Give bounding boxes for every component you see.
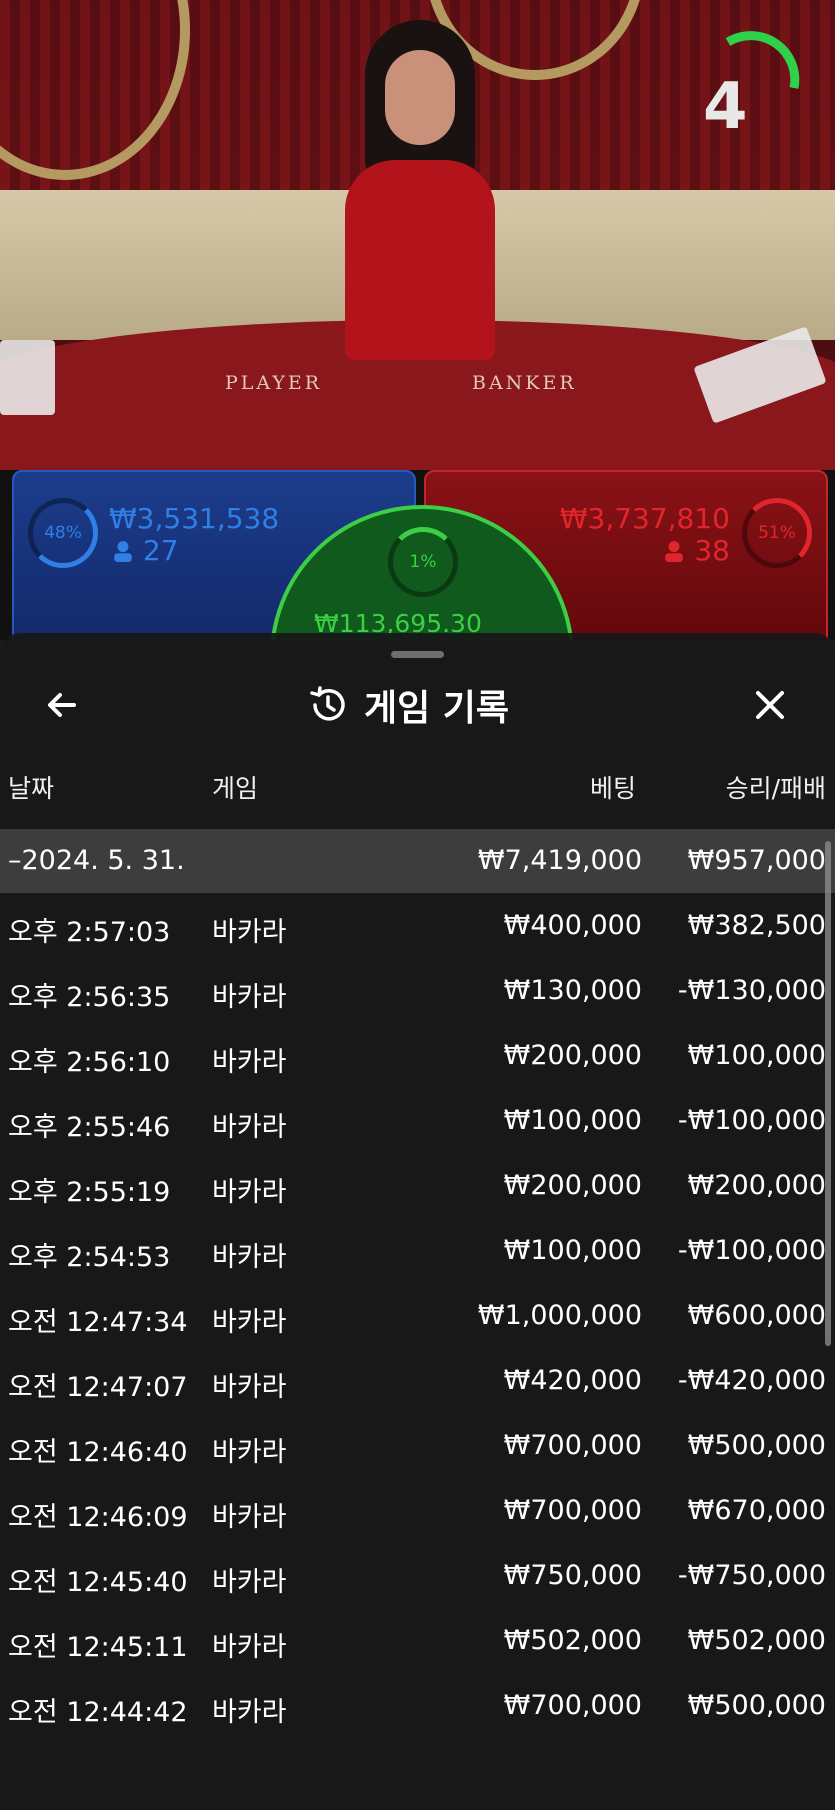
row-bet: ₩200,000	[503, 1040, 642, 1071]
row-result: ₩382,500	[687, 910, 826, 941]
banker-count: 38	[663, 534, 730, 567]
player-percent: 48%	[28, 498, 98, 568]
person-icon	[665, 541, 684, 562]
table-row[interactable]: 오후 2:54:53 바카라 ₩100,000 -₩100,000	[0, 1219, 835, 1283]
close-icon[interactable]	[748, 683, 792, 727]
table-row[interactable]: 오전 12:47:07 바카라 ₩420,000 -₩420,000	[0, 1349, 835, 1413]
row-bet: ₩420,000	[503, 1365, 642, 1396]
row-result: ₩600,000	[687, 1300, 826, 1331]
history-icon	[310, 686, 345, 721]
row-result: ₩100,000	[687, 1040, 826, 1071]
row-time: 오후 2:55:19	[8, 1177, 171, 1208]
scrollbar[interactable]	[825, 841, 831, 1346]
row-time: 오후 2:57:03	[8, 917, 171, 948]
live-video: PLAYER BANKER 4	[0, 0, 835, 470]
row-time: 오전 12:44:42	[8, 1697, 188, 1728]
row-time: 오전 12:46:09	[8, 1502, 188, 1533]
row-game: 바카라	[212, 1632, 287, 1663]
row-time: 오전 12:47:07	[8, 1372, 188, 1403]
card-shoe	[0, 340, 55, 415]
row-bet: ₩700,000	[503, 1690, 642, 1721]
column-header-date: 날짜	[8, 774, 55, 803]
row-result: ₩200,000	[687, 1170, 826, 1201]
row-bet: ₩100,000	[503, 1105, 642, 1136]
summary-date: –2024. 5. 31.	[8, 845, 185, 876]
felt-label-player: PLAYER	[225, 372, 323, 394]
row-result: ₩500,000	[687, 1690, 826, 1721]
row-time: 오전 12:46:40	[8, 1437, 188, 1468]
row-game: 바카라	[212, 1047, 287, 1078]
row-game: 바카라	[212, 1242, 287, 1273]
row-bet: ₩700,000	[503, 1495, 642, 1526]
row-result: ₩500,000	[687, 1430, 826, 1461]
sheet-header: 게임 기록	[306, 675, 509, 735]
row-result: ₩502,000	[687, 1625, 826, 1656]
row-time: 오후 2:56:10	[8, 1047, 171, 1078]
row-game: 바카라	[212, 917, 287, 948]
row-bet: ₩1,000,000	[477, 1300, 642, 1331]
table-row[interactable]: 오전 12:45:40 바카라 ₩750,000 -₩750,000	[0, 1544, 835, 1608]
column-header-result: 승리/패배	[725, 774, 826, 803]
row-time: 오후 2:54:53	[8, 1242, 171, 1273]
row-result: -₩420,000	[677, 1365, 826, 1396]
summary-bet: ₩7,419,000	[477, 845, 642, 876]
row-result: ₩670,000	[687, 1495, 826, 1526]
row-result: -₩100,000	[677, 1105, 826, 1136]
person-icon	[114, 541, 132, 562]
row-game: 바카라	[212, 1502, 287, 1533]
dealer	[310, 20, 530, 380]
drag-handle[interactable]	[391, 651, 444, 658]
row-time: 오후 2:56:35	[8, 982, 171, 1013]
player-count: 27	[112, 534, 179, 567]
row-time: 오전 12:47:34	[8, 1307, 188, 1338]
felt-label-banker: BANKER	[472, 372, 577, 394]
table-row[interactable]: 오후 2:55:46 바카라 ₩100,000 -₩100,000	[0, 1089, 835, 1153]
row-result: -₩100,000	[677, 1235, 826, 1266]
row-time: 오전 12:45:40	[8, 1567, 188, 1598]
summary-result: ₩957,000	[687, 845, 826, 876]
row-game: 바카라	[212, 1697, 287, 1728]
back-arrow-icon[interactable]	[40, 683, 84, 727]
row-bet: ₩200,000	[503, 1170, 642, 1201]
table-row[interactable]: 오후 2:57:03 바카라 ₩400,000 ₩382,500	[0, 894, 835, 958]
row-result: -₩130,000	[677, 975, 826, 1006]
game-history-sheet: 게임 기록 날짜 게임 베팅 승리/패배 –2024. 5. 31. ₩7,41…	[0, 633, 835, 1810]
row-game: 바카라	[212, 982, 287, 1013]
row-bet: ₩130,000	[503, 975, 642, 1006]
row-bet: ₩400,000	[503, 910, 642, 941]
row-bet: ₩700,000	[503, 1430, 642, 1461]
row-bet: ₩100,000	[503, 1235, 642, 1266]
row-game: 바카라	[212, 1437, 287, 1468]
row-bet: ₩502,000	[503, 1625, 642, 1656]
player-total-amount: ₩3,531,538	[109, 502, 280, 535]
table-row[interactable]: 오후 2:56:10 바카라 ₩200,000 ₩100,000	[0, 1024, 835, 1088]
row-time: 오후 2:55:46	[8, 1112, 171, 1143]
sheet-title: 게임 기록	[364, 688, 510, 729]
table-row[interactable]: 오전 12:47:34 바카라 ₩1,000,000 ₩600,000	[0, 1284, 835, 1348]
table-row[interactable]: 오전 12:45:11 바카라 ₩502,000 ₩502,000	[0, 1609, 835, 1673]
row-result: -₩750,000	[677, 1560, 826, 1591]
row-time: 오전 12:45:11	[8, 1632, 188, 1663]
table-row[interactable]: 오후 2:56:35 바카라 ₩130,000 -₩130,000	[0, 959, 835, 1023]
banker-total-amount: ₩3,737,810	[559, 502, 730, 535]
countdown-number: 4	[703, 70, 748, 144]
column-header-bet: 베팅	[589, 774, 636, 803]
table-row[interactable]: 오전 12:46:40 바카라 ₩700,000 ₩500,000	[0, 1414, 835, 1478]
row-game: 바카라	[212, 1177, 287, 1208]
banker-percent: 51%	[742, 498, 812, 568]
column-header-game: 게임	[212, 774, 259, 803]
table-row[interactable]: 오전 12:44:42 바카라 ₩700,000 ₩500,000	[0, 1674, 835, 1738]
scroll-fade	[0, 1730, 835, 1810]
table-row[interactable]: 오전 12:46:09 바카라 ₩700,000 ₩670,000	[0, 1479, 835, 1543]
row-game: 바카라	[212, 1567, 287, 1598]
tie-percent: 1%	[388, 527, 458, 597]
row-bet: ₩750,000	[503, 1560, 642, 1591]
row-game: 바카라	[212, 1372, 287, 1403]
table-row[interactable]: 오후 2:55:19 바카라 ₩200,000 ₩200,000	[0, 1154, 835, 1218]
row-game: 바카라	[212, 1307, 287, 1338]
row-game: 바카라	[212, 1112, 287, 1143]
date-summary-row[interactable]: –2024. 5. 31. ₩7,419,000 ₩957,000	[0, 829, 835, 893]
